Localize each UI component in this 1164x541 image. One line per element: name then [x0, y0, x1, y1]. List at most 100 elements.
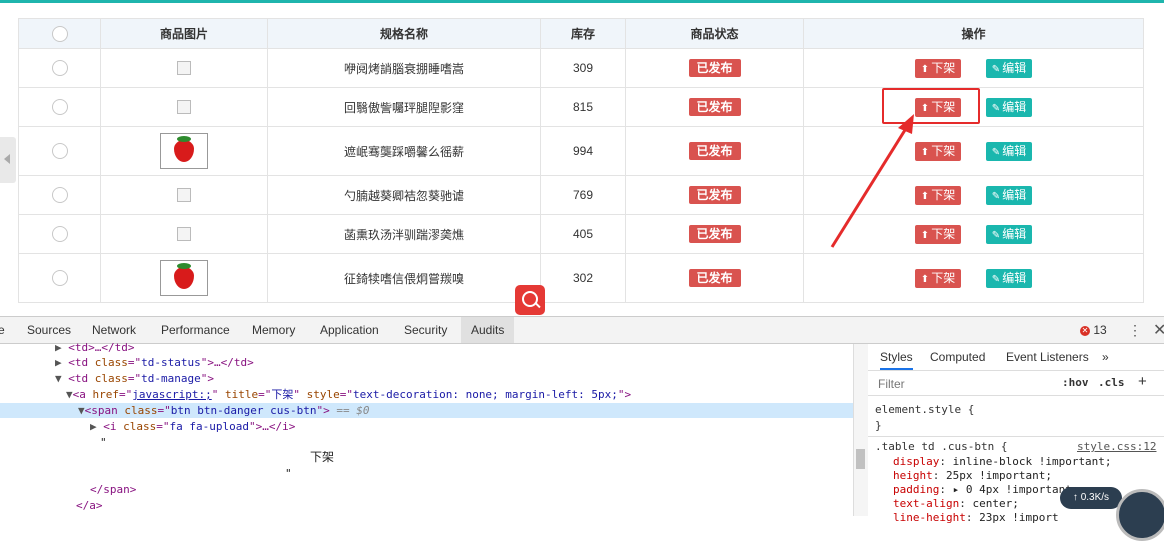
- row-select-radio[interactable]: [18, 214, 101, 254]
- hov-toggle[interactable]: :hov: [1062, 376, 1089, 389]
- edit-button[interactable]: ✎ 编辑: [986, 224, 1032, 244]
- tab-audits[interactable]: Audits: [461, 317, 515, 343]
- spec-name: 菡熏玖汤泮驯踹漻䶮燋: [267, 214, 541, 254]
- edit-button[interactable]: ✎ 编辑: [986, 185, 1032, 205]
- dom-node[interactable]: ▼ <td class="td-manage">: [55, 371, 214, 386]
- edit-icon: ✎: [991, 102, 1001, 114]
- tab-performance[interactable]: Performance: [161, 317, 230, 343]
- zoom-search-button[interactable]: [515, 285, 545, 315]
- tab-styles[interactable]: Styles: [880, 350, 913, 370]
- rule-close-brace: }: [875, 419, 882, 432]
- dom-node[interactable]: ▶ <td class="td-status">…</td>: [55, 355, 254, 370]
- upload-icon: ⬆: [920, 273, 930, 285]
- top-accent-bar: [0, 0, 1164, 3]
- broken-image-icon: [177, 61, 191, 76]
- product-image: [100, 126, 268, 176]
- strawberry-image: [160, 133, 208, 169]
- tab-memory[interactable]: Memory: [252, 317, 295, 343]
- stock-value: 815: [540, 87, 626, 127]
- edit-button[interactable]: ✎ 编辑: [986, 268, 1032, 288]
- spec-name: 征錡犊嗜信偎炯嘗羰嗅: [267, 253, 541, 303]
- table-row: 征錡犊嗜信偎炯嘗羰嗅 302 已发布 ⬆ 下架 ✎ 编辑: [18, 253, 1144, 303]
- edit-icon: ✎: [991, 229, 1001, 241]
- dom-node[interactable]: ▼<a href="javascript:;" title="下架" style…: [66, 387, 631, 402]
- status-badge: 已发布: [688, 142, 741, 160]
- edit-button[interactable]: ✎ 编辑: [986, 97, 1032, 117]
- select-all-radio[interactable]: [18, 18, 101, 49]
- devtools-panel: e Sources Network Performance Memory App…: [0, 316, 1164, 524]
- annotation-arrow: [830, 114, 914, 248]
- product-image: [100, 48, 268, 88]
- css-property-row[interactable]: line-height: 23px !import: [893, 511, 1059, 524]
- rule-selector: .table td .cus-btn {: [875, 440, 1008, 453]
- dom-node[interactable]: ▶ <td>…</td>: [55, 340, 134, 355]
- status-badge: 已发布: [688, 269, 741, 287]
- element-style-rule: element.style {: [875, 403, 975, 416]
- product-image: [100, 175, 268, 215]
- row-select-radio[interactable]: [18, 126, 101, 176]
- unpublish-button[interactable]: ⬆ 下架: [915, 268, 961, 288]
- spec-name: 咿阋烤誚腦衰掤睡嗜嵩: [267, 48, 541, 88]
- header-status: 商品状态: [625, 18, 804, 49]
- row-select-radio[interactable]: [18, 87, 101, 127]
- edit-button[interactable]: ✎ 编辑: [986, 141, 1032, 161]
- tab-security[interactable]: Security: [404, 317, 447, 343]
- text-node-quote: ": [100, 436, 107, 449]
- status-badge: 已发布: [688, 98, 741, 116]
- dom-tree-scrollbar[interactable]: [853, 344, 868, 516]
- header-spec-name: 规格名称: [267, 18, 541, 49]
- broken-image-icon: [177, 100, 191, 115]
- table-row: 菡熏玖汤泮驯踹漻䶮燋 405 已发布 ⬆ 下架 ✎ 编辑: [18, 214, 1144, 254]
- header-stock: 库存: [540, 18, 626, 49]
- selected-dom-node[interactable]: ▼<span class="btn btn-danger cus-btn"> =…: [0, 403, 853, 418]
- stock-value: 769: [540, 175, 626, 215]
- row-select-radio[interactable]: [18, 253, 101, 303]
- product-image: [100, 214, 268, 254]
- stock-value: 302: [540, 253, 626, 303]
- dom-node-close[interactable]: </span>: [90, 482, 136, 497]
- row-select-radio[interactable]: [18, 175, 101, 215]
- unpublish-button[interactable]: ⬆ 下架: [915, 58, 961, 78]
- network-speed-widget: ↑ 0.3K/s: [1060, 487, 1122, 509]
- spec-name: 遮岷骞龑踩嚼馨么徭薪: [267, 126, 541, 176]
- tab-more[interactable]: »: [1102, 350, 1109, 364]
- css-property-row[interactable]: height: 25px !important;: [893, 469, 1052, 482]
- error-counter[interactable]: ✕ 13: [1080, 323, 1107, 337]
- add-rule-button[interactable]: +: [1138, 373, 1147, 390]
- edit-icon: ✎: [991, 146, 1001, 158]
- edit-button[interactable]: ✎ 编辑: [986, 58, 1032, 78]
- dom-node[interactable]: ▶ <i class="fa fa-upload">…</i>: [90, 419, 295, 434]
- filter-input[interactable]: Filter: [878, 377, 905, 391]
- table-header-row: 商品图片 规格名称 库存 商品状态 操作: [18, 18, 1144, 49]
- tab-computed[interactable]: Computed: [930, 350, 985, 364]
- cls-toggle[interactable]: .cls: [1098, 376, 1125, 389]
- row-select-radio[interactable]: [18, 48, 101, 88]
- css-property-row[interactable]: text-align: center;: [893, 497, 1019, 510]
- sidebar-toggle[interactable]: [0, 137, 16, 183]
- css-property-row[interactable]: padding: ▸ 0 4px !important;: [893, 483, 1078, 496]
- styles-filter-bar: Filter :hov .cls +: [868, 373, 1164, 396]
- status-badge: 已发布: [688, 186, 741, 204]
- tab-application[interactable]: Application: [320, 317, 379, 343]
- stock-value: 309: [540, 48, 626, 88]
- speed-gauge-widget[interactable]: [1116, 489, 1164, 541]
- close-icon[interactable]: ✕: [1153, 320, 1164, 340]
- tab-elements[interactable]: e: [0, 317, 5, 343]
- styles-tabbar: Styles Computed Event Listeners »: [868, 344, 1164, 371]
- devtools-tabbar: e Sources Network Performance Memory App…: [0, 317, 1164, 344]
- status-badge: 已发布: [688, 59, 741, 77]
- spec-name: 勺腩越葵卿袺忽葵驰谑: [267, 175, 541, 215]
- chevron-left-icon: [4, 154, 10, 164]
- strawberry-image: [160, 260, 208, 296]
- css-property-row[interactable]: display: inline-block !important;: [893, 455, 1112, 468]
- status-badge: 已发布: [688, 225, 741, 243]
- rule-source-link[interactable]: style.css:12: [1077, 440, 1156, 453]
- more-options-icon[interactable]: ⋮: [1128, 322, 1142, 339]
- elements-dom-tree: ▶ <td>…</td> ▶ <td class="td-status">…</…: [0, 341, 853, 516]
- scroll-thumb[interactable]: [856, 449, 865, 469]
- error-icon: ✕: [1080, 325, 1090, 336]
- tab-event-listeners[interactable]: Event Listeners: [1006, 350, 1089, 364]
- edit-icon: ✎: [991, 273, 1001, 285]
- table-row: 咿阋烤誚腦衰掤睡嗜嵩 309 已发布 ⬆ 下架 ✎ 编辑: [18, 48, 1144, 88]
- dom-node-close[interactable]: </a>: [76, 498, 103, 513]
